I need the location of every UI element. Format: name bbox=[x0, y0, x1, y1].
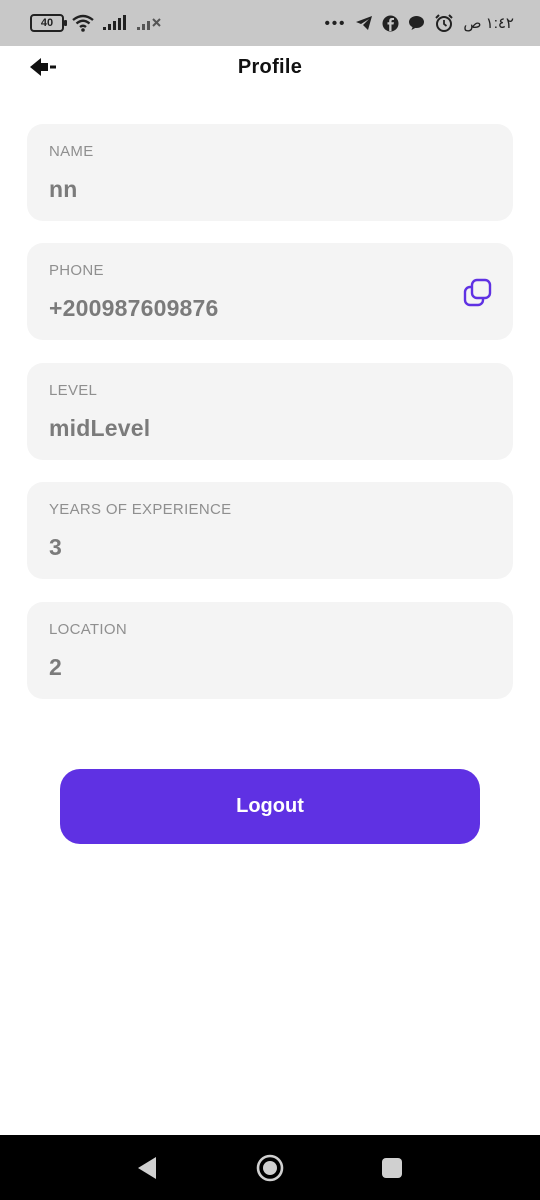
status-left-group: 40 bbox=[30, 12, 162, 34]
name-value: nn bbox=[49, 176, 78, 202]
logout-button[interactable]: Logout bbox=[60, 769, 480, 844]
status-right-group: ••• ١:٤٢ ص bbox=[325, 12, 514, 34]
experience-label: YEARS OF EXPERIENCE bbox=[49, 501, 232, 518]
system-nav-bar bbox=[0, 1135, 540, 1200]
location-field: LOCATION 2 bbox=[27, 602, 513, 699]
location-label: LOCATION bbox=[49, 621, 127, 638]
experience-field: YEARS OF EXPERIENCE 3 bbox=[27, 482, 513, 579]
phone-value: +200987609876 bbox=[49, 295, 219, 321]
signal-no-service-icon bbox=[137, 18, 161, 30]
experience-value: 3 bbox=[49, 534, 62, 560]
status-time: ١:٤٢ ص bbox=[463, 15, 514, 32]
more-notifications-indicator: ••• bbox=[324, 14, 347, 32]
circle-home-icon[interactable] bbox=[255, 1153, 285, 1183]
level-field: LEVEL midLevel bbox=[27, 363, 513, 460]
level-value: midLevel bbox=[49, 415, 151, 441]
alarm-clock-icon bbox=[435, 14, 454, 32]
square-recents-icon[interactable] bbox=[377, 1153, 407, 1183]
triangle-back-icon[interactable] bbox=[133, 1153, 163, 1183]
phone-label: PHONE bbox=[49, 262, 104, 279]
facebook-icon bbox=[382, 15, 399, 31]
chat-bubble-icon bbox=[409, 16, 425, 30]
page-title: Profile bbox=[237, 56, 303, 78]
battery-icon: 40 bbox=[30, 14, 67, 32]
app-header: Profile bbox=[0, 46, 540, 90]
wifi-icon bbox=[72, 14, 94, 32]
telegram-icon bbox=[356, 16, 373, 30]
battery-level: 40 bbox=[40, 17, 54, 29]
status-bar: 40 ••• ١:٤٢ ص bbox=[0, 0, 540, 46]
name-field: NAME nn bbox=[27, 124, 513, 221]
level-label: LEVEL bbox=[49, 382, 98, 399]
phone-field: PHONE +200987609876 bbox=[27, 243, 513, 340]
name-label: NAME bbox=[49, 143, 94, 160]
signal-icon bbox=[103, 15, 126, 30]
location-value: 2 bbox=[49, 654, 62, 680]
copy-icon[interactable] bbox=[463, 278, 493, 308]
